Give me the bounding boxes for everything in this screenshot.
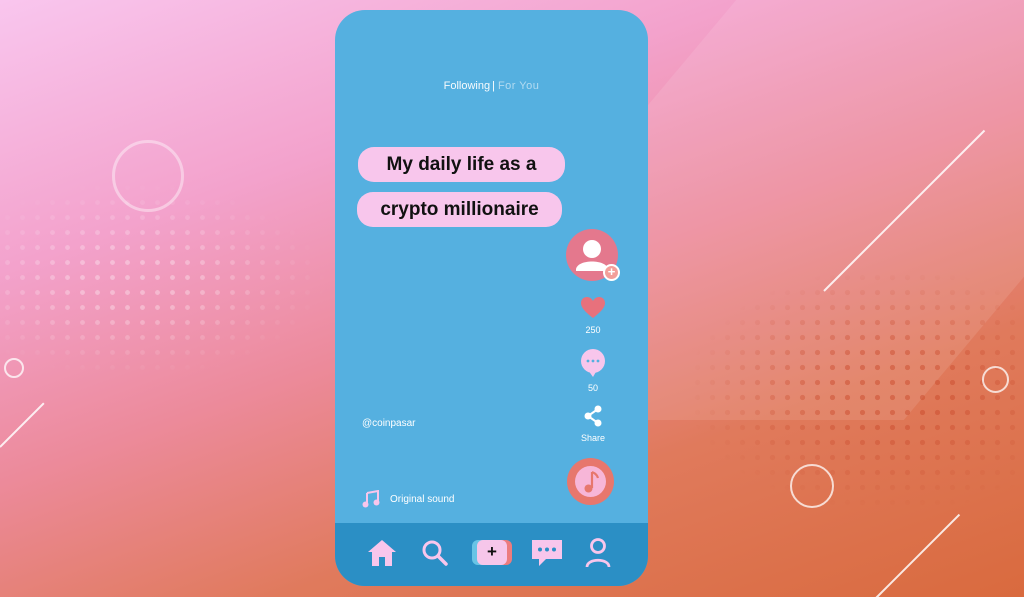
- sound-label: Original sound: [390, 493, 455, 505]
- heart-icon: [581, 297, 605, 318]
- inbox-icon[interactable]: [530, 538, 564, 568]
- music-note-icon: [362, 490, 380, 508]
- share-action[interactable]: Share: [567, 404, 619, 443]
- create-button[interactable]: +: [472, 540, 512, 565]
- creator-username[interactable]: @coinpasar: [362, 418, 416, 429]
- sound-info[interactable]: Original sound: [362, 490, 454, 508]
- background-dot-pattern: [690, 270, 1024, 510]
- follow-plus-icon[interactable]: +: [603, 264, 620, 281]
- decorative-ring: [982, 366, 1009, 393]
- comment-icon: [581, 349, 605, 377]
- feed-tabs: Following | For You: [335, 80, 648, 92]
- background-dot-pattern: [0, 180, 330, 380]
- tab-for-you[interactable]: For You: [498, 80, 539, 92]
- decorative-line: [875, 513, 961, 597]
- share-label: Share: [580, 433, 606, 443]
- phone-screen: Following | For You My daily life as a cry…: [335, 10, 648, 586]
- like-count: 250: [585, 325, 601, 335]
- home-icon[interactable]: [366, 537, 398, 569]
- creator-avatar[interactable]: +: [566, 229, 620, 281]
- plus-icon: +: [477, 540, 507, 565]
- like-action[interactable]: 250: [567, 296, 619, 335]
- decorative-ring: [790, 464, 834, 508]
- caption-line-2: crypto millionaire: [357, 192, 562, 227]
- decorative-ring: [112, 140, 184, 212]
- music-disc[interactable]: [567, 458, 614, 505]
- caption-line-1: My daily life as a: [358, 147, 565, 182]
- search-icon[interactable]: [421, 539, 449, 567]
- profile-icon[interactable]: [584, 537, 612, 569]
- decorative-line: [0, 402, 45, 448]
- comment-action[interactable]: 50: [567, 348, 619, 393]
- bottom-nav-bar: +: [335, 523, 648, 586]
- tab-separator: |: [492, 80, 495, 92]
- share-icon: [584, 405, 602, 427]
- comment-count: 50: [587, 383, 598, 393]
- tab-following[interactable]: Following: [444, 80, 490, 92]
- music-note-icon: [584, 470, 600, 493]
- decorative-ring: [4, 358, 24, 378]
